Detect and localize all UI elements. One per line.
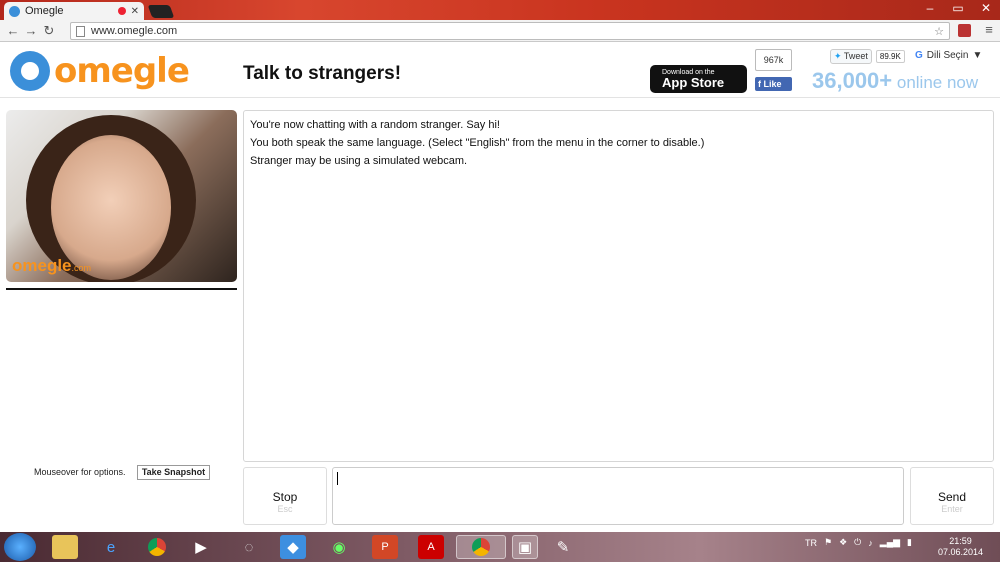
send-button[interactable]: Send Enter xyxy=(910,467,994,525)
dropdown-arrow-icon: ▼ xyxy=(972,50,983,61)
video-watermark: omegle.com xyxy=(12,256,91,276)
site-header: omegle Talk to strangers! Download on th… xyxy=(0,43,1000,98)
online-count: 36,000+ online now xyxy=(812,68,978,94)
system-tray: TR ⚑ ❖ ⏻ ♪ ▂▄▆ ▮ xyxy=(805,537,912,548)
twitter-bird-icon: ✦ xyxy=(834,51,842,61)
start-button[interactable] xyxy=(4,533,36,561)
language-selector[interactable]: G Dili Seçin ▼ xyxy=(915,50,982,61)
video-divider xyxy=(6,288,237,290)
google-translate-icon: G xyxy=(915,50,923,61)
stranger-video[interactable]: omegle.com xyxy=(6,110,237,282)
take-snapshot-button[interactable]: Take Snapshot xyxy=(137,465,210,480)
chat-message: Stranger may be using a simulated webcam… xyxy=(250,155,468,167)
battery-icon[interactable]: ▮ xyxy=(907,537,912,548)
chrome-icon[interactable] xyxy=(144,535,170,559)
system-clock[interactable]: 21:59 07.06.2014 xyxy=(938,536,983,558)
tab-title: Omegle xyxy=(25,5,64,17)
app-icon[interactable]: ◌ xyxy=(236,535,262,559)
maximize-icon[interactable]: ▭ xyxy=(944,0,972,18)
network-app-icon[interactable]: ▣ xyxy=(512,535,538,559)
file-explorer-icon[interactable] xyxy=(52,535,78,559)
chat-message: You're now chatting with a random strang… xyxy=(250,119,500,131)
watermark-text: omegle xyxy=(12,256,72,275)
send-shortcut: Enter xyxy=(941,504,963,514)
close-tab-icon[interactable]: ✕ xyxy=(131,6,139,17)
url-text: www.omegle.com xyxy=(91,25,178,37)
watermark-suffix: .com xyxy=(71,263,92,273)
address-bar[interactable]: www.omegle.com ☆ xyxy=(70,22,950,40)
menu-icon[interactable]: ≡ xyxy=(980,22,998,37)
browser-tab[interactable]: Omegle ✕ xyxy=(4,2,144,20)
online-number: 36,000+ xyxy=(812,68,893,93)
forward-arrow-icon[interactable]: → xyxy=(22,23,40,38)
recording-icon xyxy=(117,7,126,15)
new-tab-button[interactable] xyxy=(147,5,175,18)
language-label: Dili Seçin xyxy=(926,50,969,61)
tweet-widget: ✦ Tweet 89.9K xyxy=(830,49,905,64)
browser-title-bar: Omegle ✕ – ▭ ✕ xyxy=(0,0,1000,20)
internet-explorer-icon[interactable]: e xyxy=(98,535,124,559)
volume-icon[interactable]: ♪ xyxy=(868,538,873,548)
online-suffix: online now xyxy=(896,73,979,92)
tweet-count: 89.9K xyxy=(875,50,905,63)
stop-shortcut: Esc xyxy=(277,504,293,514)
chat-log: You're now chatting with a random strang… xyxy=(243,110,994,462)
chat-message: You both speak the same language. (Selec… xyxy=(250,137,705,149)
facebook-like-button[interactable]: f Like xyxy=(755,77,792,91)
omegle-bubble-icon xyxy=(10,51,50,91)
page-icon xyxy=(76,25,85,37)
omegle-favicon-icon xyxy=(9,5,20,17)
minimize-icon[interactable]: – xyxy=(916,0,944,18)
mouseover-hint: Mouseover for options. xyxy=(34,467,126,477)
tray-app-icon[interactable]: ❖ xyxy=(839,537,847,548)
media-player-icon[interactable]: ▶ xyxy=(188,535,214,559)
dropbox-icon[interactable]: ◆ xyxy=(280,535,306,559)
stop-button[interactable]: Stop Esc xyxy=(243,467,327,525)
tray-flag-icon[interactable]: ⚑ xyxy=(824,537,832,548)
app-store-badge[interactable]: Download on the App Store xyxy=(650,65,747,93)
omegle-logo[interactable]: omegle xyxy=(10,51,190,91)
tray-power-icon[interactable]: ⏻ xyxy=(854,537,861,548)
close-window-icon[interactable]: ✕ xyxy=(972,0,1000,18)
logo-text: omegle xyxy=(54,51,190,91)
text-caret xyxy=(337,472,338,485)
download-manager-icon[interactable]: ◉ xyxy=(326,535,352,559)
browser-toolbar: ← → ↻ www.omegle.com ☆ ≡ xyxy=(0,20,1000,42)
tweet-button[interactable]: ✦ Tweet xyxy=(830,49,872,64)
back-arrow-icon[interactable]: ← xyxy=(4,23,22,38)
language-indicator[interactable]: TR xyxy=(805,538,817,548)
clock-date: 07.06.2014 xyxy=(938,547,984,557)
network-signal-icon[interactable]: ▂▄▆ xyxy=(880,537,900,548)
chrome-taskbar-item[interactable] xyxy=(456,535,506,559)
stop-label: Stop xyxy=(272,490,298,504)
tagline: Talk to strangers! xyxy=(243,63,402,84)
clock-time: 21:59 xyxy=(949,536,972,546)
app-store-line2: App Store xyxy=(662,75,725,90)
facebook-like-count: 967k xyxy=(755,49,792,71)
bookmark-star-icon[interactable]: ☆ xyxy=(934,25,944,38)
paint-icon[interactable]: ✎ xyxy=(550,535,576,559)
pdf-reader-icon[interactable]: A xyxy=(418,535,444,559)
facebook-like-label: Like xyxy=(763,79,782,89)
powerpoint-icon[interactable]: P xyxy=(372,535,398,559)
send-label: Send xyxy=(937,490,967,504)
extension-icon[interactable] xyxy=(958,24,971,37)
reload-icon[interactable]: ↻ xyxy=(40,23,58,39)
facebook-like-widget: 967k f Like xyxy=(755,49,792,91)
message-input[interactable] xyxy=(332,467,904,525)
tweet-label: Tweet xyxy=(843,51,868,61)
